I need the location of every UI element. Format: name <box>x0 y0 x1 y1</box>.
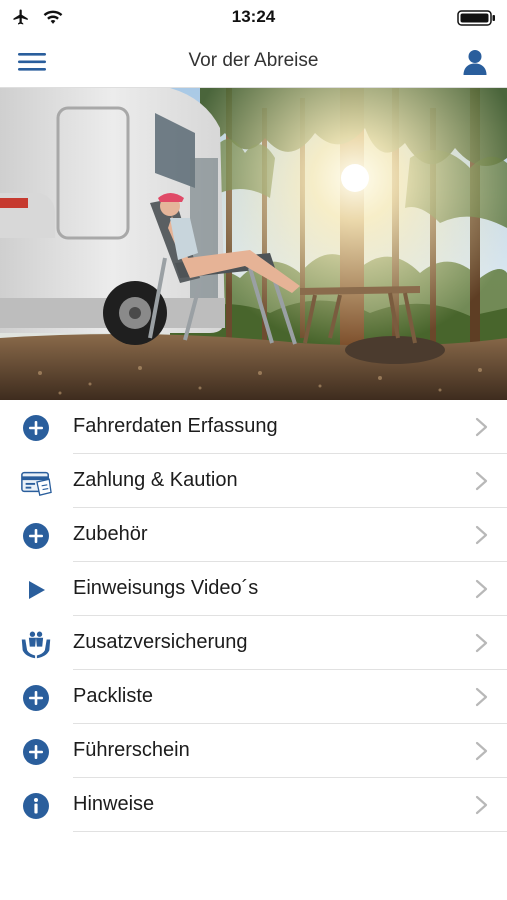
hero-image <box>0 88 507 400</box>
list-item-label: Hinweise <box>73 793 155 815</box>
list-item-label: Einweisungs Video´s <box>73 577 259 599</box>
list-item-fuehrerschein[interactable]: Führerschein <box>0 724 507 778</box>
list-item-zahlung[interactable]: Zahlung & Kaution <box>0 454 507 508</box>
chevron-right-icon <box>475 417 488 437</box>
chevron-right-icon <box>475 525 488 545</box>
navigation-bar: Vor der Abreise <box>0 34 507 88</box>
insurance-hands-icon <box>20 628 52 660</box>
menu-list: Fahrerdaten Erfassung Zahlung & Kaution <box>0 400 507 832</box>
list-item-label: Zubehör <box>73 523 148 545</box>
page-title: Vor der Abreise <box>188 50 319 71</box>
plus-circle-icon <box>20 520 52 552</box>
list-item-hinweise[interactable]: Hinweise <box>0 778 507 832</box>
status-right <box>457 10 497 31</box>
list-item-label: Zusatzversicherung <box>73 631 248 653</box>
chevron-right-icon <box>475 471 488 491</box>
chevron-right-icon <box>475 687 488 707</box>
status-bar: 13:24 <box>0 0 507 34</box>
row-divider <box>73 831 507 832</box>
list-item-label: Führerschein <box>73 739 190 761</box>
list-item-zusatzversicherung[interactable]: Zusatzversicherung <box>0 616 507 670</box>
user-profile-icon <box>463 50 487 75</box>
plus-circle-icon <box>20 412 52 444</box>
list-item-label: Zahlung & Kaution <box>73 469 238 491</box>
plus-circle-icon <box>20 682 52 714</box>
plus-circle-icon <box>20 736 52 768</box>
camper-forest-illustration <box>0 88 507 400</box>
chevron-right-icon <box>475 741 488 761</box>
profile-button[interactable] <box>461 48 489 76</box>
info-icon <box>20 790 52 822</box>
list-item-packliste[interactable]: Packliste <box>0 670 507 724</box>
list-item-zubehoer[interactable]: Zubehör <box>0 508 507 562</box>
play-icon <box>20 574 52 606</box>
list-item-fahrerdaten[interactable]: Fahrerdaten Erfassung <box>0 400 507 454</box>
chevron-right-icon <box>475 579 488 599</box>
battery-icon <box>457 10 495 26</box>
status-time: 13:24 <box>231 7 276 26</box>
list-item-label: Fahrerdaten Erfassung <box>73 415 278 437</box>
list-item-einweisungs-videos[interactable]: Einweisungs Video´s <box>0 562 507 616</box>
chevron-right-icon <box>475 795 488 815</box>
list-item-label: Packliste <box>73 685 154 707</box>
payment-card-icon <box>20 466 52 498</box>
chevron-right-icon <box>475 633 488 653</box>
